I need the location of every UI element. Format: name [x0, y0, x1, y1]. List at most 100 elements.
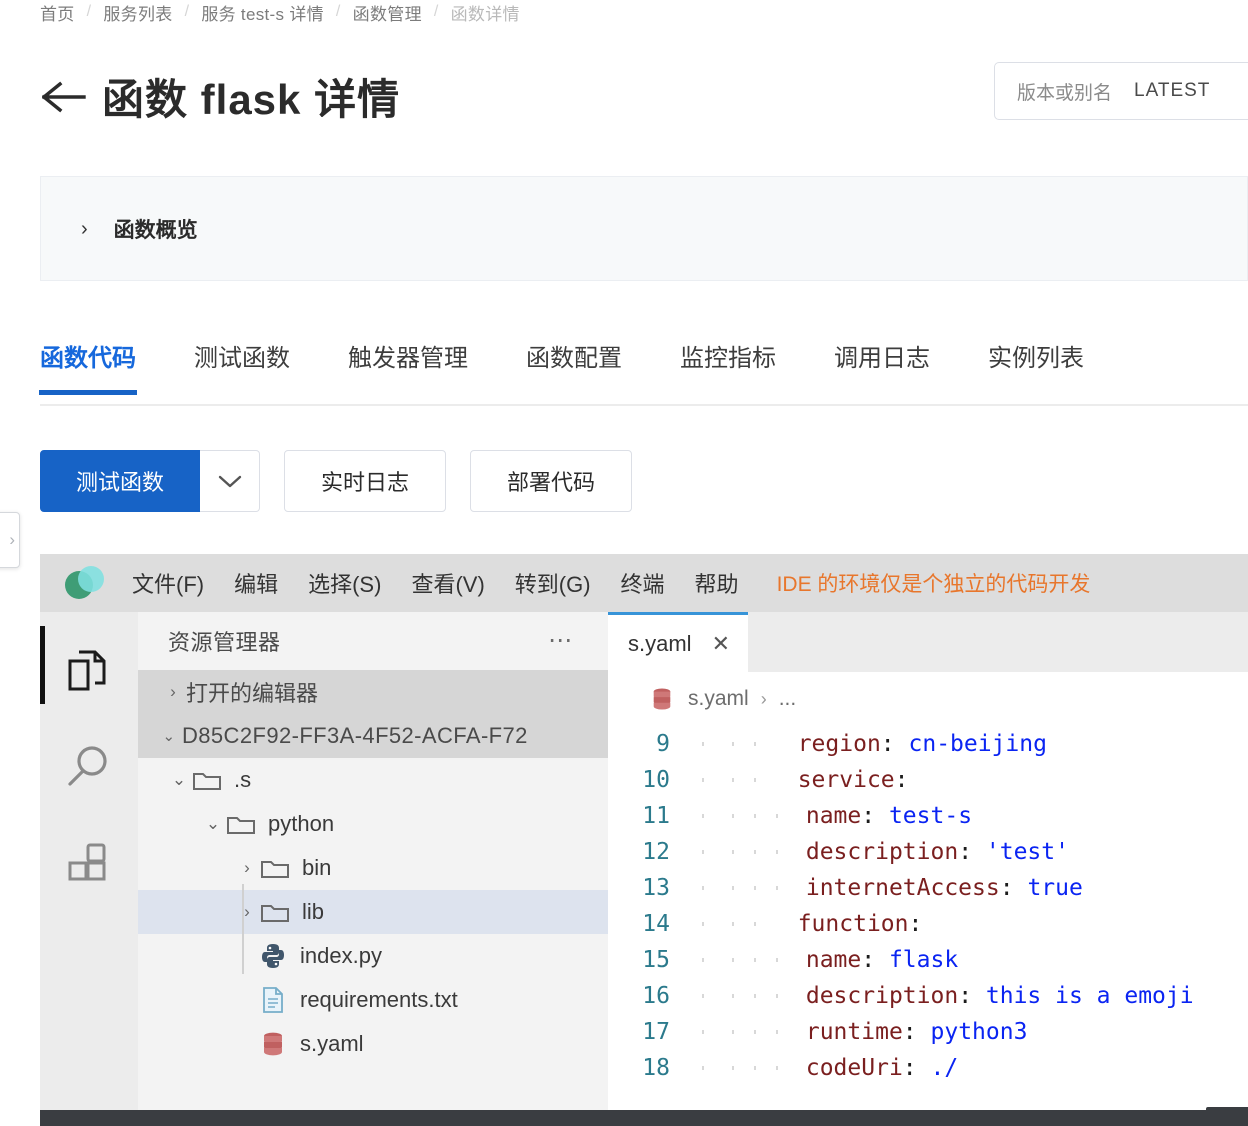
menu-selection[interactable]: 选择(S) — [308, 567, 381, 599]
tab-function-code[interactable]: 函数代码 — [39, 332, 137, 395]
tree-item-label: python — [268, 811, 335, 836]
tree-item-label: index.py — [300, 943, 382, 968]
line-number: 16 — [642, 983, 670, 1009]
tab-instance-list[interactable]: 实例列表 — [988, 332, 1084, 395]
ide-environment-notice: IDE 的环境仅是个独立的代码开发 — [776, 573, 1091, 596]
menu-terminal[interactable]: 终端 — [621, 567, 665, 599]
breadcrumb-item-home[interactable]: 首页 — [40, 0, 75, 25]
tree-item-dot-s[interactable]: ⌄ .s — [138, 758, 608, 802]
chevron-right-icon: › — [170, 682, 176, 701]
tab-monitor-metrics[interactable]: 监控指标 — [680, 332, 776, 395]
workspace-root-label: D85C2F92-FF3A-4F52-ACFA-F72 — [182, 723, 528, 748]
breadcrumb-separator: / — [433, 3, 439, 20]
ide-logo-icon — [60, 559, 108, 607]
breadcrumb-item-function-management[interactable]: 函数管理 — [353, 0, 422, 25]
extensions-icon[interactable] — [59, 824, 119, 902]
sidebar-expand-handle[interactable]: › — [0, 512, 20, 568]
page-title: 函数 flask 详情 — [102, 76, 401, 123]
yaml-file-icon — [260, 1030, 286, 1058]
open-editors-section[interactable]: › 打开的编辑器 — [138, 670, 608, 714]
function-overview-label: 函数概览 — [113, 218, 198, 242]
explorer-title: 资源管理器 — [168, 630, 281, 655]
editor-breadcrumb-rest[interactable]: ... — [779, 687, 797, 711]
tree-item-label: requirements.txt — [300, 987, 458, 1012]
yaml-value: true — [1027, 875, 1083, 901]
line-number: 18 — [642, 1055, 670, 1081]
explorer-more-icon[interactable]: ⋯ — [548, 629, 574, 653]
test-function-dropdown-button[interactable] — [200, 450, 260, 512]
folder-icon — [260, 900, 290, 924]
yaml-file-icon — [650, 686, 674, 712]
tree-item-python[interactable]: ⌄ python — [138, 802, 608, 846]
page-header: 函数 flask 详情 — [40, 66, 400, 127]
menu-file[interactable]: 文件(F) — [132, 567, 204, 599]
workspace-root-row[interactable]: ⌄ D85C2F92-FF3A-4F52-ACFA-F72 — [138, 714, 608, 758]
editor-tab-label: s.yaml — [628, 630, 692, 656]
yaml-key: name — [805, 947, 862, 973]
menu-go[interactable]: 转到(G) — [515, 567, 591, 599]
yaml-key: runtime — [805, 1019, 903, 1045]
code-line: 10 service : — [608, 762, 1248, 798]
chevron-right-icon: › — [244, 902, 250, 921]
version-selector-label: 版本或别名 — [1017, 82, 1113, 104]
breadcrumb: 首页 / 服务列表 / 服务 test-s 详情 / 函数管理 / 函数详情 — [40, 0, 520, 28]
menu-view[interactable]: 查看(V) — [411, 567, 484, 599]
close-icon[interactable]: ✕ — [712, 632, 730, 655]
version-selector-value: LATEST — [1134, 80, 1211, 101]
tab-function-config[interactable]: 函数配置 — [526, 332, 622, 395]
yaml-key: function — [797, 911, 909, 937]
arrow-left-icon[interactable] — [40, 73, 88, 121]
python-file-icon — [260, 942, 286, 970]
code-line: 18 codeUri : ./ — [608, 1050, 1248, 1086]
menu-help[interactable]: 帮助 — [695, 567, 739, 599]
tree-item-label: .s — [234, 767, 252, 792]
breadcrumb-item-service-detail[interactable]: 服务 test-s 详情 — [201, 0, 324, 25]
tab-trigger-management[interactable]: 触发器管理 — [348, 332, 468, 395]
function-overview-panel[interactable]: › 函数概览 — [40, 176, 1248, 281]
tab-test-function[interactable]: 测试函数 — [194, 332, 290, 395]
code-line: 12 description : 'test' — [608, 834, 1248, 870]
breadcrumb-item-function-detail: 函数详情 — [450, 4, 520, 24]
deploy-code-button[interactable]: 部署代码 — [470, 450, 632, 512]
version-selector[interactable]: 版本或别名 LATEST — [994, 62, 1248, 120]
yaml-value: test-s — [888, 803, 973, 829]
editor-tab-s-yaml[interactable]: s.yaml ✕ — [608, 612, 748, 672]
yaml-value: ./ — [930, 1055, 959, 1081]
line-number: 15 — [642, 947, 670, 973]
chevron-right-icon: › — [244, 858, 250, 877]
text-file-icon — [260, 986, 286, 1014]
chevron-right-icon: › — [9, 530, 15, 549]
editor-breadcrumb-file[interactable]: s.yaml — [688, 687, 749, 711]
files-icon[interactable] — [59, 632, 119, 710]
test-function-button[interactable]: 测试函数 — [40, 450, 200, 512]
yaml-value: python3 — [930, 1019, 1028, 1045]
yaml-key: internetAccess — [805, 875, 1000, 901]
menu-edit[interactable]: 编辑 — [234, 567, 278, 599]
chevron-right-icon: › — [760, 688, 767, 709]
breadcrumb-item-service-list[interactable]: 服务列表 — [103, 0, 172, 25]
chevron-down-icon: ⌄ — [171, 770, 187, 789]
editor-breadcrumb: s.yaml › ... — [608, 672, 1248, 726]
breadcrumb-separator: / — [184, 3, 190, 20]
tree-item-lib[interactable]: › lib — [138, 890, 608, 934]
search-icon[interactable] — [59, 728, 119, 806]
yaml-key: name — [805, 803, 862, 829]
tree-item-bin[interactable]: › bin — [138, 846, 608, 890]
editor-tab-bar: s.yaml ✕ — [608, 612, 1248, 672]
chevron-right-icon: › — [81, 217, 88, 240]
explorer-sidebar: 资源管理器 ⋯ › 打开的编辑器 ⌄ D85C2F92-FF3A-4F52-AC… — [138, 612, 608, 1126]
ide-menu-bar: 文件(F) 编辑 选择(S) 查看(V) 转到(G) 终端 帮助 IDE 的环境… — [40, 554, 1248, 612]
tab-invoke-logs[interactable]: 调用日志 — [834, 332, 930, 395]
tree-item-requirements-txt[interactable]: requirements.txt — [138, 978, 608, 1022]
tree-item-index-py[interactable]: index.py — [138, 934, 608, 978]
line-number: 17 — [642, 1019, 670, 1045]
line-number: 9 — [656, 731, 670, 757]
realtime-logs-button[interactable]: 实时日志 — [284, 450, 446, 512]
tree-item-s-yaml[interactable]: s.yaml — [138, 1022, 608, 1066]
code-content[interactable]: 9 region : cn-beijing 10 service: 11 na… — [608, 726, 1248, 1126]
open-editors-label: 打开的编辑器 — [186, 681, 319, 706]
yaml-key: codeUri — [805, 1055, 903, 1081]
chevron-down-icon: ⌄ — [205, 814, 221, 833]
yaml-value: flask — [888, 947, 959, 973]
code-line: 17 runtime : python3 — [608, 1014, 1248, 1050]
